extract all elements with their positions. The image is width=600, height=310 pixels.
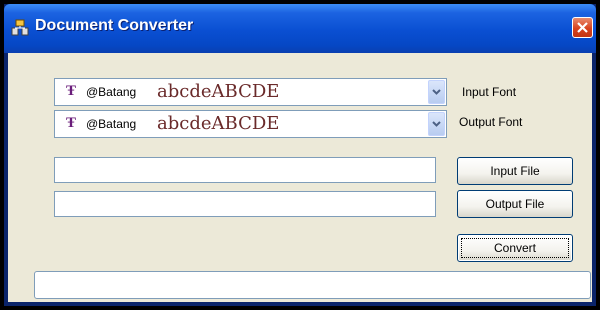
input-file-field[interactable]: [54, 157, 436, 183]
truetype-font-icon: Ŧ: [66, 83, 77, 99]
title-bar[interactable]: Document Converter: [4, 4, 596, 53]
input-font-name: @Batang: [86, 85, 137, 99]
output-font-label: Output Font: [459, 115, 523, 129]
status-field: [34, 271, 591, 299]
document-converter-icon: [11, 19, 29, 37]
document-converter-window: Document Converter Ŧ @Batang abcdeABCDE: [0, 0, 600, 310]
output-file-field[interactable]: [54, 191, 436, 217]
close-icon: [573, 18, 592, 37]
window-title: Document Converter: [35, 17, 194, 34]
output-file-button[interactable]: Output File: [457, 190, 573, 218]
input-font-dropdown-button[interactable]: [428, 80, 445, 104]
truetype-font-icon: Ŧ: [66, 115, 77, 131]
output-file-button-label: Output File: [485, 197, 545, 211]
output-font-sample: abcdeABCDE: [157, 113, 280, 134]
input-font-label: Input Font: [462, 85, 517, 99]
input-font-sample: abcdeABCDE: [157, 81, 280, 102]
convert-button[interactable]: Convert: [457, 234, 573, 262]
close-button[interactable]: [572, 17, 593, 38]
chevron-down-icon: [432, 121, 441, 127]
output-font-select[interactable]: Ŧ @Batang abcdeABCDE: [54, 110, 447, 138]
window-frame: Document Converter Ŧ @Batang abcdeABCDE: [4, 4, 596, 306]
chevron-down-icon: [432, 89, 441, 95]
input-file-button[interactable]: Input File: [457, 157, 573, 185]
output-font-dropdown-button[interactable]: [428, 112, 445, 136]
dialog-client-area: Ŧ @Batang abcdeABCDE Input Font Ŧ @Batan…: [8, 53, 592, 302]
input-font-select[interactable]: Ŧ @Batang abcdeABCDE: [54, 78, 447, 106]
output-font-name: @Batang: [86, 117, 137, 131]
focus-rectangle: [461, 238, 569, 258]
input-file-button-label: Input File: [490, 164, 540, 178]
